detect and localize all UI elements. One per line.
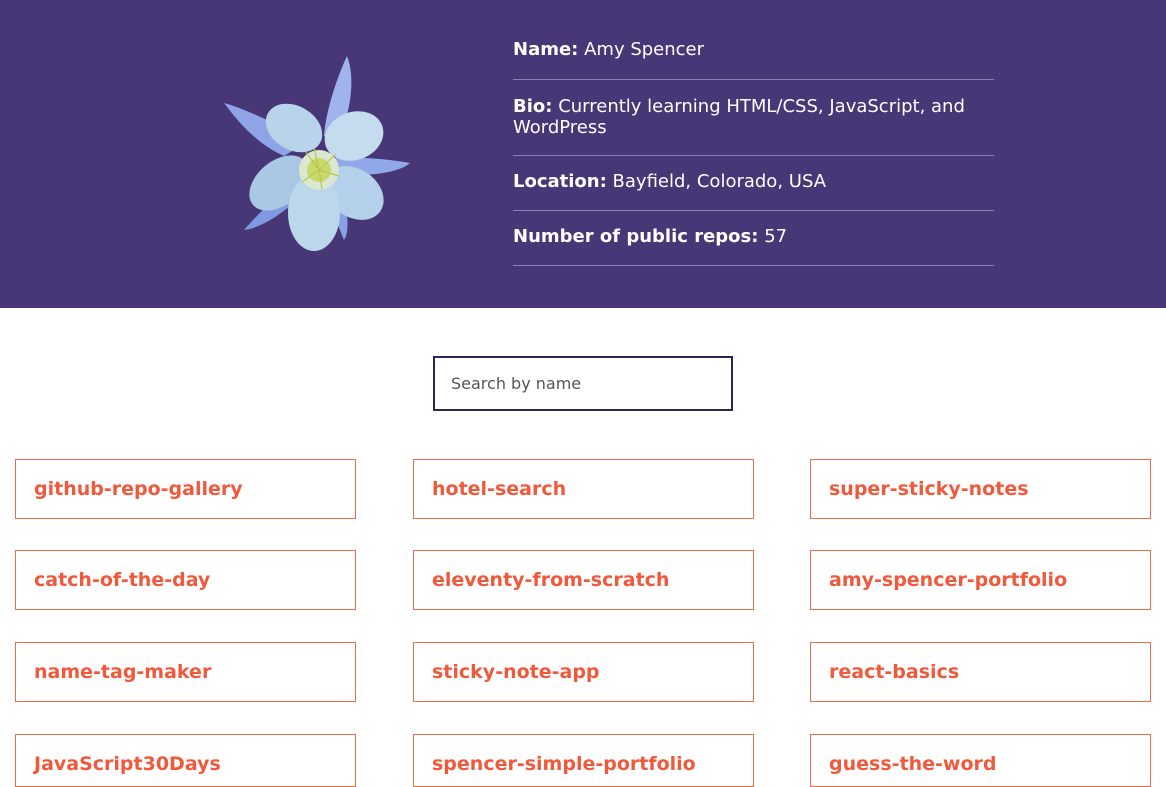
bio-label: Bio:	[513, 96, 553, 117]
repo-count-value: 57	[764, 226, 788, 247]
repo-card[interactable]: sticky-note-app	[413, 642, 754, 702]
name-label: Name:	[513, 39, 579, 60]
flower-icon	[224, 56, 410, 251]
bio-value: Currently learning HTML/CSS, JavaScript,…	[513, 96, 965, 138]
repo-count-row: Number of public repos: 57	[513, 211, 994, 266]
search-input[interactable]	[433, 356, 733, 411]
repo-card[interactable]: eleventy-from-scratch	[413, 550, 754, 610]
avatar	[214, 48, 418, 254]
repo-count-label: Number of public repos:	[513, 226, 759, 247]
name-row: Name: Amy Spencer	[513, 38, 994, 80]
repo-card[interactable]: hotel-search	[413, 459, 754, 519]
repo-card[interactable]: guess-the-word	[810, 734, 1151, 787]
repo-card[interactable]: spencer-simple-portfolio	[413, 734, 754, 787]
user-info: Name: Amy Spencer Bio: Currently learnin…	[513, 38, 994, 266]
repo-card[interactable]: catch-of-the-day	[15, 550, 356, 610]
repo-card[interactable]: JavaScript30Days	[15, 734, 356, 787]
location-value: Bayfield, Colorado, USA	[612, 171, 827, 192]
location-row: Location: Bayfield, Colorado, USA	[513, 156, 994, 211]
bio-row: Bio: Currently learning HTML/CSS, JavaSc…	[513, 80, 994, 156]
repo-card[interactable]: amy-spencer-portfolio	[810, 550, 1151, 610]
repo-card[interactable]: super-sticky-notes	[810, 459, 1151, 519]
repo-card[interactable]: github-repo-gallery	[15, 459, 356, 519]
name-value: Amy Spencer	[584, 39, 705, 60]
profile-header: Name: Amy Spencer Bio: Currently learnin…	[0, 0, 1166, 308]
location-label: Location:	[513, 171, 607, 192]
repo-card[interactable]: name-tag-maker	[15, 642, 356, 702]
repo-card[interactable]: react-basics	[810, 642, 1151, 702]
